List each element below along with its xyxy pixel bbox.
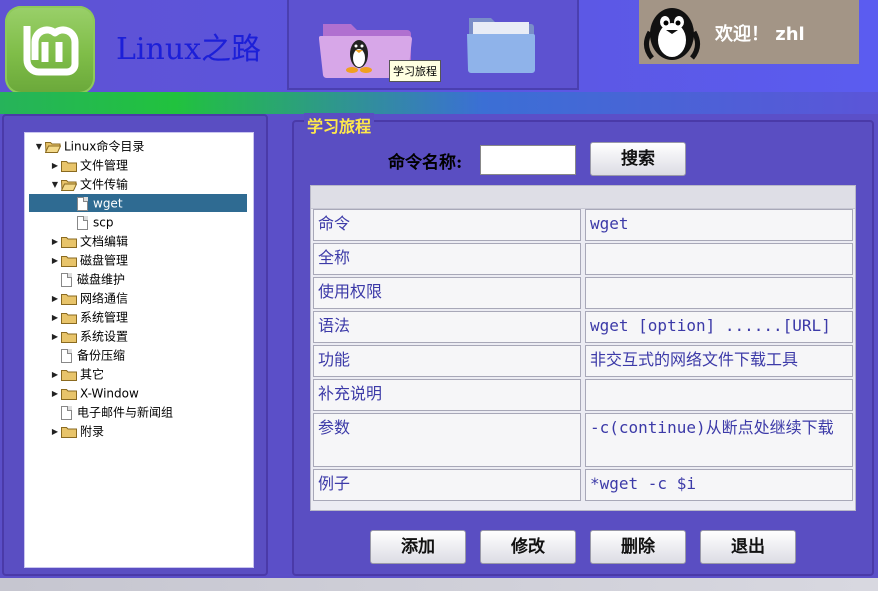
expand-toggle-icon[interactable]: ▶ [49,423,61,441]
tree-item[interactable]: ▶ 文件管理 [29,156,247,174]
folder-icon [61,424,80,438]
header-divider [0,92,878,114]
file-icon [61,405,72,420]
field-value[interactable]: wget [option] ......[URL] [585,311,853,343]
field-value[interactable] [585,379,853,411]
tree-item-label: 系统设置 [80,329,129,344]
field-label: 命令 [313,209,581,241]
tree-item-label: Linux命令目录 [64,139,145,154]
tree-item[interactable]: ▼ Linux命令目录 [29,137,247,155]
file-icon [77,196,88,211]
field-label: 例子 [313,469,581,501]
tree-item-label: 磁盘维护 [77,272,126,287]
tree-panel: ▼ Linux命令目录 ▶ 文件管理 ▼ 文件传输 wget scp ▶ 文档编辑 ▶ 磁盘管理 磁盘维… [2,114,268,576]
panel-title: 学习旅程 [304,113,375,137]
tree-item[interactable]: scp [29,213,247,231]
folder-icon [61,329,80,343]
expand-toggle-icon[interactable]: ▶ [49,366,61,384]
tree-item-label: 电子邮件与新闻组 [77,405,174,420]
search-button[interactable]: 搜索 [590,142,686,176]
tree-item-label: wget [93,196,123,211]
collapse-toggle-icon[interactable]: ▼ [49,176,61,194]
expand-toggle-icon[interactable]: ▶ [49,328,61,346]
field-label: 功能 [313,345,581,377]
tree-item[interactable]: ▶ 附录 [29,422,247,440]
field-value[interactable]: -c(continue)从断点处继续下载 [585,413,853,467]
folder-icon[interactable] [465,8,537,76]
app-header: Linux之路 学习旅程 欢迎！ zhl [0,0,878,94]
delete-button[interactable]: 删除 [590,530,686,564]
file-icon [61,348,72,363]
tree-item[interactable]: ▶ 其它 [29,365,247,383]
tree-item[interactable]: ▼ 文件传输 [29,175,247,193]
app-title: Linux之路 [116,32,262,67]
tree-item-label: 其它 [80,367,105,382]
tree-frame: ▼ Linux命令目录 ▶ 文件管理 ▼ 文件传输 wget scp ▶ 文档编辑 ▶ 磁盘管理 磁盘维… [24,132,254,568]
tree-item[interactable]: 磁盘维护 [29,270,247,288]
tree-item-label: 附录 [80,424,105,439]
file-icon [77,215,88,230]
table-header [311,186,855,209]
tree-item[interactable]: ▶ 磁盘管理 [29,251,247,269]
tree-item[interactable]: 备份压缩 [29,346,247,364]
field-value[interactable] [585,243,853,275]
welcome-text: 欢迎！ zhl [715,24,805,45]
folder-icon [61,234,80,248]
field-value[interactable]: wget [585,209,853,241]
collapse-toggle-icon[interactable]: ▼ [33,138,45,156]
folder-icon [61,386,80,400]
field-label: 使用权限 [313,277,581,309]
tree-item-label: 文档编辑 [80,234,129,249]
expand-toggle-icon[interactable]: ▶ [49,290,61,308]
expand-toggle-icon[interactable]: ▶ [49,385,61,403]
tree-item[interactable]: ▶ 系统管理 [29,308,247,326]
folder-icon [61,253,80,267]
edit-button[interactable]: 修改 [480,530,576,564]
nav-toolbar: 学习旅程 [287,0,579,90]
folder-icon [61,367,80,381]
field-label: 语法 [313,311,581,343]
exit-button[interactable]: 退出 [700,530,796,564]
nav-tooltip: 学习旅程 [389,60,441,82]
tree-item-label: 文件传输 [80,177,129,192]
folder-icon [61,177,80,191]
tree-item[interactable]: wget [29,194,247,212]
field-value[interactable]: *wget -c $i [585,469,853,501]
tree-item[interactable]: 电子邮件与新闻组 [29,403,247,421]
command-detail-table: 命令 wget 全称 使用权限 语法 wget [option] ......[URL] 功… [310,185,856,511]
tree-item-label: X-Window [80,386,139,401]
tree-item[interactable]: ▶ 文档编辑 [29,232,247,250]
tree-item-label: 网络通信 [80,291,129,306]
tree-item-label: 磁盘管理 [80,253,129,268]
field-value[interactable] [585,277,853,309]
penguin-icon [644,8,700,60]
field-label: 全称 [313,243,581,275]
search-input[interactable] [480,145,576,175]
folder-icon [61,158,80,172]
folder-icon [61,310,80,324]
expand-toggle-icon[interactable]: ▶ [49,252,61,270]
expand-toggle-icon[interactable]: ▶ [49,309,61,327]
expand-toggle-icon[interactable]: ▶ [49,157,61,175]
folder-icon [61,291,80,305]
tree-item[interactable]: ▶ 网络通信 [29,289,247,307]
tree-item-label: 备份压缩 [77,348,126,363]
field-label: 参数 [313,413,581,467]
add-button[interactable]: 添加 [370,530,466,564]
expand-toggle-icon[interactable]: ▶ [49,233,61,251]
linux-mint-logo [5,6,95,94]
tree-item-label: 文件管理 [80,158,129,173]
status-strip [0,578,878,591]
tree-item-label: scp [93,215,114,230]
user-panel: 欢迎！ zhl [639,0,859,64]
search-label: 命令名称: [388,153,463,173]
tree-item[interactable]: ▶ X-Window [29,384,247,402]
field-value[interactable]: 非交互式的网络文件下载工具 [585,345,853,377]
tree-item-label: 系统管理 [80,310,129,325]
field-label: 补充说明 [313,379,581,411]
tree-item[interactable]: ▶ 系统设置 [29,327,247,345]
file-icon [61,272,72,287]
folder-icon [45,139,64,153]
command-tree: ▼ Linux命令目录 ▶ 文件管理 ▼ 文件传输 wget scp ▶ 文档编辑 ▶ 磁盘管理 磁盘维… [29,137,247,561]
